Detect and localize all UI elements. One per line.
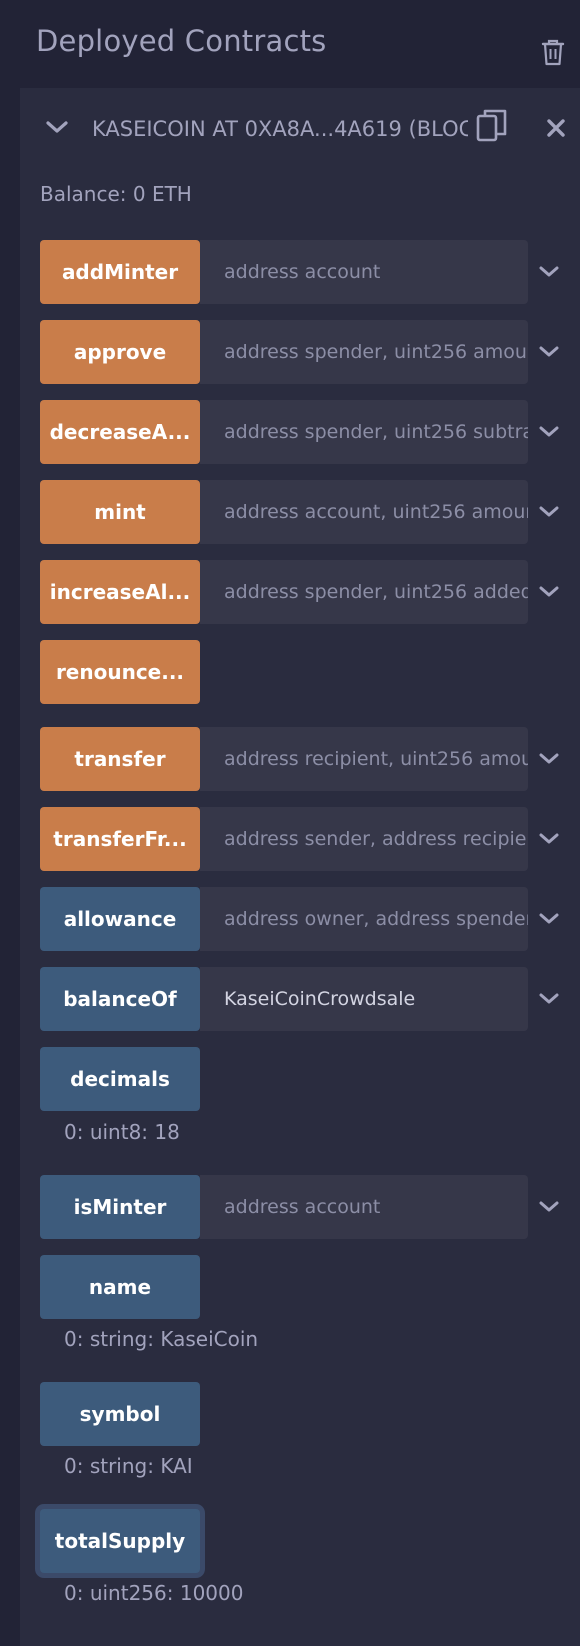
isMinter-input[interactable]: address account xyxy=(200,1175,528,1239)
mint-button[interactable]: mint xyxy=(40,480,200,544)
copy-icon[interactable] xyxy=(476,108,508,144)
addMinter-input[interactable]: address account xyxy=(200,240,528,304)
transferFrom-button[interactable]: transferFr... xyxy=(40,807,200,871)
transfer-button[interactable]: transfer xyxy=(40,727,200,791)
contract-instance: KASEICOIN AT 0XA8A...4A619 (BLOCKCHAIN) … xyxy=(20,88,580,1646)
chevron-down-icon[interactable] xyxy=(537,907,561,931)
name-button[interactable]: name xyxy=(40,1255,200,1319)
symbol-result: 0: string: KAI xyxy=(64,1454,193,1478)
chevron-down-icon[interactable] xyxy=(537,500,561,524)
chevron-down-icon[interactable] xyxy=(537,260,561,284)
trash-icon[interactable] xyxy=(540,38,566,66)
approve-input[interactable]: address spender, uint256 amount xyxy=(200,320,528,384)
panel-header: Deployed Contracts xyxy=(0,0,580,88)
symbol-button[interactable]: symbol xyxy=(40,1382,200,1446)
mint-input[interactable]: address account, uint256 amount xyxy=(200,480,528,544)
approve-button[interactable]: approve xyxy=(40,320,200,384)
instance-title[interactable]: KASEICOIN AT 0XA8A...4A619 (BLOCKCHAIN) xyxy=(92,112,468,146)
addMinter-button[interactable]: addMinter xyxy=(40,240,200,304)
panel-title: Deployed Contracts xyxy=(36,24,327,58)
increaseAllowance-button[interactable]: increaseAl... xyxy=(40,560,200,624)
chevron-down-icon[interactable] xyxy=(537,340,561,364)
balanceOf-input[interactable]: KaseiCoinCrowdsale xyxy=(200,967,528,1031)
isMinter-button[interactable]: isMinter xyxy=(40,1175,200,1239)
instance-balance: Balance: 0 ETH xyxy=(40,182,192,206)
chevron-down-icon[interactable] xyxy=(44,116,70,138)
decreaseAllowance-input[interactable]: address spender, uint256 subtractedValue xyxy=(200,400,528,464)
chevron-down-icon[interactable] xyxy=(537,987,561,1011)
deployed-contracts-panel: Deployed Contracts KASEICOIN AT 0XA8A...… xyxy=(0,0,580,1646)
instance-header: KASEICOIN AT 0XA8A...4A619 (BLOCKCHAIN) xyxy=(20,88,580,168)
decreaseAllowance-button[interactable]: decreaseA... xyxy=(40,400,200,464)
balanceOf-button[interactable]: balanceOf xyxy=(40,967,200,1031)
close-icon[interactable] xyxy=(544,116,568,140)
chevron-down-icon[interactable] xyxy=(537,420,561,444)
decimals-result: 0: uint8: 18 xyxy=(64,1120,180,1144)
transferFrom-input[interactable]: address sender, address recipient, uint2… xyxy=(200,807,528,871)
name-result: 0: string: KaseiCoin xyxy=(64,1327,259,1351)
increaseAllowance-input[interactable]: address spender, uint256 addedValue xyxy=(200,560,528,624)
chevron-down-icon[interactable] xyxy=(537,1195,561,1219)
chevron-down-icon[interactable] xyxy=(537,827,561,851)
chevron-down-icon[interactable] xyxy=(537,580,561,604)
allowance-button[interactable]: allowance xyxy=(40,887,200,951)
totalSupply-button[interactable]: totalSupply xyxy=(40,1509,200,1573)
totalSupply-result: 0: uint256: 10000 xyxy=(64,1581,244,1605)
chevron-down-icon[interactable] xyxy=(537,747,561,771)
transfer-input[interactable]: address recipient, uint256 amount xyxy=(200,727,528,791)
renounceMinter-button[interactable]: renounce... xyxy=(40,640,200,704)
decimals-button[interactable]: decimals xyxy=(40,1047,200,1111)
allowance-input[interactable]: address owner, address spender xyxy=(200,887,528,951)
